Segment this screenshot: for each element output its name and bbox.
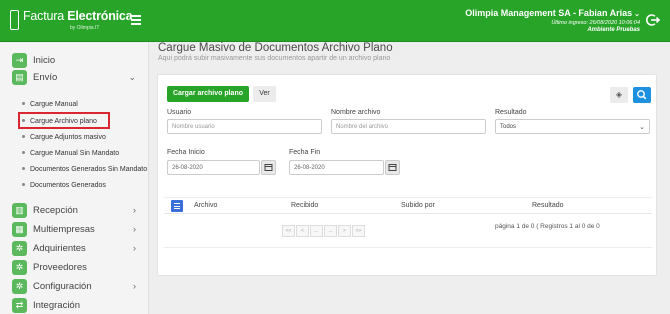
document-icon [10, 10, 19, 30]
resultado-select[interactable]: Todos ⌄ [495, 119, 650, 134]
user-company-name[interactable]: Olimpia Management SA - Fabian Arias [465, 8, 632, 18]
bullet-icon [22, 101, 25, 105]
bullet-icon [22, 182, 25, 186]
submenu-item-documentos-generados[interactable]: Documentos Generados [22, 182, 106, 194]
column-resultado[interactable]: Resultado [532, 202, 564, 209]
sidebar-item-label: Envío [33, 72, 58, 83]
chevron-right-icon: › [133, 224, 136, 234]
sidebar-item-label: Multiempresas [33, 224, 95, 235]
next-page-button[interactable]: > [338, 225, 351, 237]
top-bar: Factura Electrónica by Olimpia IT Olimpi… [0, 0, 670, 42]
nombre-archivo-label: Nombre archivo [331, 109, 381, 116]
sidebar-item-label: Adquirientes [33, 243, 86, 254]
calendar-icon [264, 164, 273, 171]
clear-filters-button[interactable]: ◈ [610, 87, 628, 103]
last-page-button[interactable]: >> [352, 225, 365, 237]
usuario-input[interactable]: Nombre usuario [167, 119, 322, 134]
bullet-icon [22, 166, 25, 170]
sidebar-item-label: Recepción [33, 205, 78, 216]
resultado-label: Resultado [495, 109, 527, 116]
logo-title-bold: Electrónica [67, 9, 133, 23]
column-recibido[interactable]: Recibido [291, 202, 318, 209]
user-info[interactable]: Olimpia Management SA - Fabian Arias ⌄ Úl… [465, 8, 640, 33]
cog-icon: ✲ [12, 260, 27, 275]
last-login-text: Último ingreso: 26/08/2020 10:06:04 [551, 20, 640, 26]
sidebar-item-label: Integración [33, 300, 81, 311]
sidebar-item-configuracion[interactable]: ✲ Configuración › [12, 279, 142, 295]
logo-title: Factura Electrónica [23, 9, 133, 23]
table-footer-divider [164, 247, 652, 248]
environment-text: Ambiente Pruebas [587, 27, 640, 33]
sidebar-item-adquirientes[interactable]: ✲ Adquirientes › [12, 241, 142, 257]
menu-toggle-icon[interactable] [131, 15, 141, 25]
sidebar-item-inicio[interactable]: ⇥ Inicio [12, 53, 142, 69]
inbox-icon: ▥ [12, 203, 27, 218]
main-panel: Cargar archivo plano Ver ◈ Usuario Nombr… [157, 74, 657, 276]
fecha-inicio-input[interactable]: 26-08-2020 [167, 160, 260, 175]
logout-icon[interactable] [646, 13, 660, 27]
sidebar-item-recepcion[interactable]: ▥ Recepción › [12, 203, 142, 219]
prev-page-button[interactable]: < [296, 225, 309, 237]
exit-icon: ⇥ [12, 53, 27, 68]
table-header: Archivo Recibido Subido por Resultado [164, 197, 652, 214]
column-toggle-button[interactable] [171, 200, 183, 212]
pagination-info: página 1 de 0 ( Registros 1 al 0 de 0 [495, 223, 600, 230]
page-title: Cargue Masivo de Documentos Archivo Plan… [158, 42, 393, 54]
page-ellipsis[interactable]: ... [324, 225, 337, 237]
fecha-inicio-label: Fecha Inicio [167, 149, 205, 156]
submenu-item-label: Documentos Generados Sin Mandato [30, 166, 148, 173]
sidebar-item-label: Inicio [33, 55, 56, 66]
chevron-right-icon: › [133, 281, 136, 291]
usuario-label: Usuario [167, 109, 192, 116]
sidebar-item-envio[interactable]: ▤ Envío ⌄ [12, 70, 142, 86]
calendar-icon [388, 164, 397, 171]
column-archivo[interactable]: Archivo [194, 202, 217, 209]
submenu-item-label: Cargue Manual Sin Mandato [30, 150, 120, 157]
chevron-right-icon: › [133, 243, 136, 253]
chevron-down-icon[interactable]: ⌄ [634, 11, 640, 18]
sidebar-item-integracion[interactable]: ⇄ Integración [12, 298, 142, 314]
sidebar-item-proveedores[interactable]: ✲ Proveedores [12, 260, 142, 276]
fecha-fin-input[interactable]: 26-08-2020 [289, 160, 384, 175]
nombre-archivo-input[interactable]: Nombre del archivo [331, 119, 486, 134]
column-subido-por[interactable]: Subido por [401, 202, 435, 209]
sidebar-item-multiempresas[interactable]: ▦ Multiempresas › [12, 222, 142, 238]
selection-highlight-box [18, 112, 110, 129]
resultado-selected-value: Todos [500, 124, 517, 130]
sidebar-item-label: Proveedores [33, 262, 87, 273]
logo-title-light: Factura [23, 9, 68, 23]
building-icon: ▦ [12, 222, 27, 237]
submenu-item-label: Cargue Manual [30, 101, 78, 108]
submenu-item-cargue-adjuntos-masivo[interactable]: Cargue Adjuntos masivo [22, 134, 106, 146]
shuffle-icon: ⇄ [12, 298, 27, 313]
chevron-down-icon: ⌄ [639, 124, 645, 131]
upload-file-button[interactable]: Cargar archivo plano [167, 86, 249, 102]
submenu-item-label: Documentos Generados [30, 182, 106, 189]
sidebar-item-label: Configuración [33, 281, 92, 292]
bullet-icon [22, 150, 25, 154]
first-page-button[interactable]: << [282, 225, 295, 237]
eraser-icon: ◈ [615, 90, 623, 99]
bullet-icon [22, 134, 25, 138]
chevron-down-icon: ⌄ [128, 72, 136, 82]
chevron-right-icon: › [133, 205, 136, 215]
search-icon [637, 90, 647, 100]
submenu-item-cargue-manual-sin-mandato[interactable]: Cargue Manual Sin Mandato [22, 150, 119, 162]
sidebar: ⇥ Inicio ▤ Envío ⌄ Cargue Manual Cargue … [0, 43, 149, 314]
fecha-fin-label: Fecha Fin [289, 149, 321, 156]
app-logo[interactable]: Factura Electrónica by Olimpia IT [10, 9, 133, 33]
fecha-inicio-calendar-button[interactable] [261, 160, 276, 175]
cog-icon: ✲ [12, 241, 27, 256]
submenu-item-documentos-generados-sin-mandato[interactable]: Documentos Generados Sin Mandato [22, 166, 147, 178]
cog-icon: ✲ [12, 279, 27, 294]
view-button[interactable]: Ver [253, 86, 276, 102]
page-ellipsis[interactable]: ... [310, 225, 323, 237]
logo-subtitle: by Olimpia IT [70, 25, 100, 31]
send-icon: ▤ [12, 70, 27, 85]
fecha-fin-calendar-button[interactable] [385, 160, 400, 175]
page-subtitle: Aqui podrá subir masivamente sus documen… [158, 55, 391, 62]
submenu-item-label: Cargue Adjuntos masivo [30, 134, 106, 141]
search-button[interactable] [633, 87, 651, 103]
